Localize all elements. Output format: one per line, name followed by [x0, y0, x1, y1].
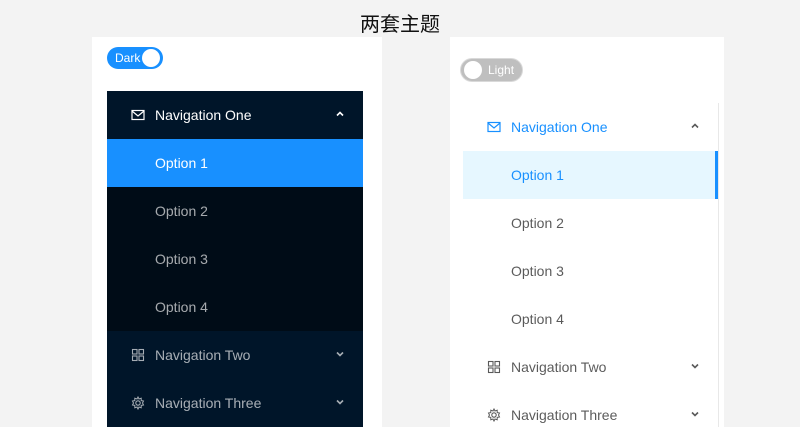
chevron-down-icon	[336, 351, 344, 357]
menu-item-label: Option 4	[155, 299, 208, 315]
menu-item-option-4[interactable]: Option 4	[107, 283, 363, 331]
appstore-icon	[131, 348, 145, 362]
menu-item-option-3[interactable]: Option 3	[463, 247, 718, 295]
submenu-navigation-two[interactable]: Navigation Two	[107, 331, 363, 379]
submenu-navigation-one[interactable]: Navigation One	[463, 103, 718, 151]
mail-icon	[131, 109, 145, 121]
gear-icon	[131, 396, 145, 410]
toggle-label: Light	[488, 63, 515, 77]
submenu-label: Navigation Two	[511, 359, 607, 375]
toggle-knob	[464, 61, 482, 79]
light-menu: Navigation One Option 1 Option 2 Option …	[463, 103, 719, 427]
submenu-navigation-three[interactable]: Navigation Three	[107, 379, 363, 427]
chevron-down-icon	[336, 399, 344, 405]
submenu-label: Navigation One	[155, 107, 252, 123]
submenu-navigation-two[interactable]: Navigation Two	[463, 343, 718, 391]
appstore-icon	[487, 360, 501, 374]
submenu-label: Navigation Three	[511, 407, 618, 423]
gear-icon	[487, 408, 501, 422]
menu-item-label: Option 3	[511, 263, 564, 279]
menu-item-option-2[interactable]: Option 2	[463, 199, 718, 247]
dark-theme-panel: Dark Navigation One Option 1 Option 2 Op…	[92, 37, 382, 427]
light-theme-panel: Light Navigation One Option 1 Option 2 O…	[450, 37, 724, 427]
chevron-up-icon	[691, 123, 699, 129]
menu-item-label: Option 1	[511, 167, 564, 183]
toggle-knob	[142, 49, 160, 67]
submenu-navigation-three[interactable]: Navigation Three	[463, 391, 718, 427]
menu-item-option-1[interactable]: Option 1	[107, 139, 363, 187]
menu-item-option-1[interactable]: Option 1	[463, 151, 718, 199]
menu-item-option-2[interactable]: Option 2	[107, 187, 363, 235]
theme-toggle-light[interactable]: Light	[461, 59, 522, 81]
page-title: 两套主题	[360, 12, 440, 36]
submenu-options: Option 1 Option 2 Option 3 Option 4	[107, 139, 363, 331]
chevron-up-icon	[336, 111, 344, 117]
menu-item-label: Option 2	[155, 203, 208, 219]
submenu-navigation-one[interactable]: Navigation One	[107, 91, 363, 139]
menu-item-label: Option 3	[155, 251, 208, 267]
theme-toggle-dark[interactable]: Dark	[107, 47, 163, 69]
chevron-down-icon	[691, 363, 699, 369]
submenu-label: Navigation Three	[155, 395, 262, 411]
menu-item-option-3[interactable]: Option 3	[107, 235, 363, 283]
toggle-label: Dark	[115, 51, 141, 65]
menu-item-label: Option 1	[155, 155, 208, 171]
menu-item-option-4[interactable]: Option 4	[463, 295, 718, 343]
chevron-down-icon	[691, 411, 699, 417]
menu-item-label: Option 2	[511, 215, 564, 231]
submenu-label: Navigation One	[511, 119, 608, 135]
submenu-label: Navigation Two	[155, 347, 251, 363]
dark-menu: Navigation One Option 1 Option 2 Option …	[107, 91, 363, 427]
menu-item-label: Option 4	[511, 311, 564, 327]
mail-icon	[487, 121, 501, 133]
